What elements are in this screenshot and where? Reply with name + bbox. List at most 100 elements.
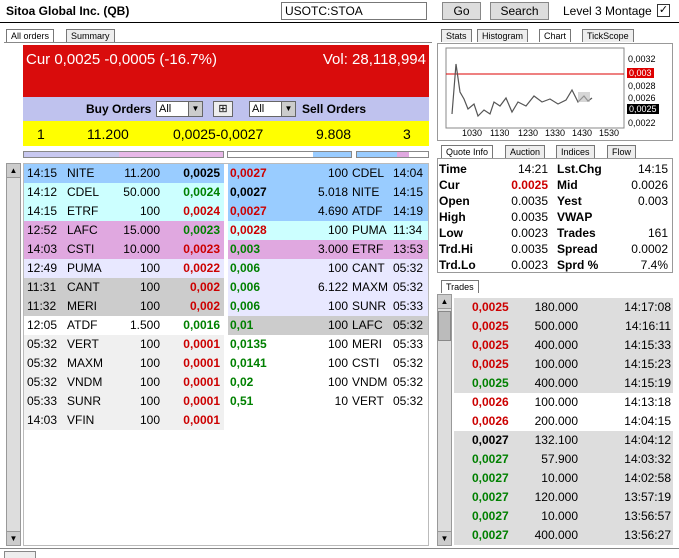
market-maker: CSTI [67, 242, 95, 256]
buy-filter-select[interactable]: All ▼ [156, 101, 203, 117]
order-time: 14:12 [27, 185, 58, 199]
trade-row[interactable]: 0,0027 57.900 14:03:32 [454, 450, 673, 469]
order-size: 100 [327, 223, 348, 237]
market-maker: LAFC [67, 223, 98, 237]
sell-order-row[interactable]: 0,0135 100 MERI 05:33 [228, 335, 428, 354]
sell-order-row[interactable]: 0,0027 100 CDEL 14:04 [228, 164, 428, 183]
x-tick: 1130 [490, 128, 510, 138]
trade-row[interactable]: 0,0025 100.000 14:15:23 [454, 355, 673, 374]
sell-order-row[interactable]: 0,003 3.000 ETRF 13:53 [228, 240, 428, 259]
buy-order-row[interactable]: 05:32 VNDM 100 0,0001 [24, 373, 224, 392]
order-size: 100 [139, 204, 160, 218]
orders-filter-bar: Buy Orders All ▼ ⊞ All ▼ Sell Orders [23, 97, 429, 121]
order-size: 100 [139, 261, 160, 275]
trade-row[interactable]: 0,0025 180.000 14:17:08 [454, 298, 673, 317]
trade-row[interactable]: 0,0025 500.000 14:16:11 [454, 317, 673, 336]
scroll-down-icon[interactable]: ▼ [7, 531, 20, 545]
trade-size: 500.000 [534, 319, 578, 333]
sell-order-row[interactable]: 0,006 6.122 MAXM 05:32 [228, 278, 428, 297]
trade-time: 14:04:12 [624, 433, 671, 447]
trade-row[interactable]: 0,0027 120.000 13:57:19 [454, 488, 673, 507]
buy-order-row[interactable]: 12:49 PUMA 100 0,0022 [24, 259, 224, 278]
trade-row[interactable]: 0,0026 100.000 14:13:18 [454, 393, 673, 412]
sell-order-row[interactable]: 0,0027 5.018 NITE 14:15 [228, 183, 428, 202]
tab-quote-info[interactable]: Quote Info [441, 145, 494, 158]
buy-order-row[interactable]: 11:31 CANT 100 0,002 [24, 278, 224, 297]
quote-value: 0.003 [637, 194, 668, 208]
trade-price: 0,0025 [472, 338, 509, 352]
scroll-up-icon[interactable]: ▲ [438, 295, 451, 309]
tab-indices[interactable]: Indices [556, 145, 595, 158]
buy-order-row[interactable]: 14:12 CDEL 50.000 0,0024 [24, 183, 224, 202]
scroll-up-icon[interactable]: ▲ [7, 164, 20, 178]
order-size: 100 [139, 299, 160, 313]
trade-row[interactable]: 0,0025 400.000 14:15:33 [454, 336, 673, 355]
order-price: 0,0001 [183, 413, 220, 427]
trade-row[interactable]: 0,0026 200.000 14:04:15 [454, 412, 673, 431]
sell-order-row[interactable]: 0,0027 4.690 ATDF 14:19 [228, 202, 428, 221]
order-size: 100 [327, 337, 348, 351]
tab-tickscope[interactable]: TickScope [582, 29, 634, 42]
trade-row[interactable]: 0,0027 10.000 14:02:58 [454, 469, 673, 488]
market-maker: NITE [67, 166, 95, 180]
buy-order-row[interactable]: 14:03 VFIN 100 0,0001 [24, 411, 224, 430]
order-price: 0,0025 [183, 166, 220, 180]
tab-auction[interactable]: Auction [505, 145, 546, 158]
sell-order-row[interactable]: 0,01 100 LAFC 05:32 [228, 316, 428, 335]
tab-trades[interactable]: Trades [441, 280, 479, 293]
trade-size: 100.000 [534, 395, 578, 409]
tab-summary[interactable]: Summary [66, 29, 115, 42]
market-maker: VNDM [352, 375, 388, 389]
trade-row[interactable]: 0,0025 400.000 14:15:19 [454, 374, 673, 393]
buy-order-row[interactable]: 14:15 ETRF 100 0,0024 [24, 202, 224, 221]
order-price: 0,0023 [183, 223, 220, 237]
bottom-tab[interactable] [4, 551, 36, 558]
tab-histogram[interactable]: Histogram [477, 29, 529, 42]
quote-info-row: Low 0.0023 Trades 161 [439, 225, 671, 241]
tab-all-orders[interactable]: All orders [6, 29, 55, 42]
order-size: 100 [139, 413, 160, 427]
sell-order-row[interactable]: 0,0141 100 CSTI 05:32 [228, 354, 428, 373]
sell-order-row[interactable]: 0,02 100 VNDM 05:32 [228, 373, 428, 392]
y-tick-current: 0,0025 [627, 104, 659, 114]
buy-order-row[interactable]: 12:05 ATDF 1.500 0,0016 [24, 316, 224, 335]
order-size: 100 [327, 318, 348, 332]
tab-chart[interactable]: Chart [539, 29, 572, 42]
quote-value: 7.4% [640, 258, 668, 272]
buy-order-row[interactable]: 14:15 NITE 11.200 0,0025 [24, 164, 224, 183]
buy-filter-value: All [159, 103, 172, 115]
scroll-down-icon[interactable]: ▼ [438, 531, 451, 545]
order-price: 0,003 [230, 242, 261, 256]
trade-row[interactable]: 0,0027 10.000 13:56:57 [454, 507, 673, 526]
sell-order-row[interactable]: 0,006 100 SUNR 05:33 [228, 297, 428, 316]
quote-info-row: High 0.0035 VWAP [439, 209, 671, 225]
tab-flow[interactable]: Flow [607, 145, 637, 158]
buy-order-row[interactable]: 05:32 MAXM 100 0,0001 [24, 354, 224, 373]
buy-order-row[interactable]: 05:33 SUNR 100 0,0001 [24, 392, 224, 411]
buy-order-row[interactable]: 11:32 MERI 100 0,002 [24, 297, 224, 316]
sell-filter-select[interactable]: All ▼ [249, 101, 296, 117]
scroll-thumb[interactable] [438, 311, 451, 341]
bid-count: 1 [37, 126, 45, 142]
tab-divider [4, 42, 432, 43]
orders-scrollbar[interactable]: ▲ ▼ [6, 163, 21, 546]
symbol-input[interactable]: USOTC:STOA [281, 2, 427, 20]
level3-checkbox[interactable]: ✓ [657, 4, 670, 17]
sell-order-row[interactable]: 0,006 100 CANT 05:32 [228, 259, 428, 278]
buy-order-row[interactable]: 05:32 VERT 100 0,0001 [24, 335, 224, 354]
trade-time: 14:15:23 [624, 357, 671, 371]
quote-label: VWAP [557, 210, 593, 224]
sell-order-row[interactable]: 0,0028 100 PUMA 11:34 [228, 221, 428, 240]
sell-order-row[interactable]: 0,51 10 VERT 05:32 [228, 392, 428, 411]
buy-order-row[interactable]: 12:52 LAFC 15.000 0,0023 [24, 221, 224, 240]
link-icon[interactable]: ⊞ [213, 101, 233, 117]
order-time: 14:15 [393, 185, 424, 199]
trades-scrollbar[interactable]: ▲ ▼ [437, 294, 452, 546]
order-time: 05:32 [27, 337, 58, 351]
tab-stats[interactable]: Stats [441, 29, 472, 42]
trade-row[interactable]: 0,0027 132.100 14:04:12 [454, 431, 673, 450]
go-button[interactable]: Go [442, 2, 481, 20]
buy-order-row[interactable]: 14:03 CSTI 10.000 0,0023 [24, 240, 224, 259]
trade-row[interactable]: 0,0027 400.000 13:56:27 [454, 526, 673, 545]
search-button[interactable]: Search [490, 2, 549, 20]
